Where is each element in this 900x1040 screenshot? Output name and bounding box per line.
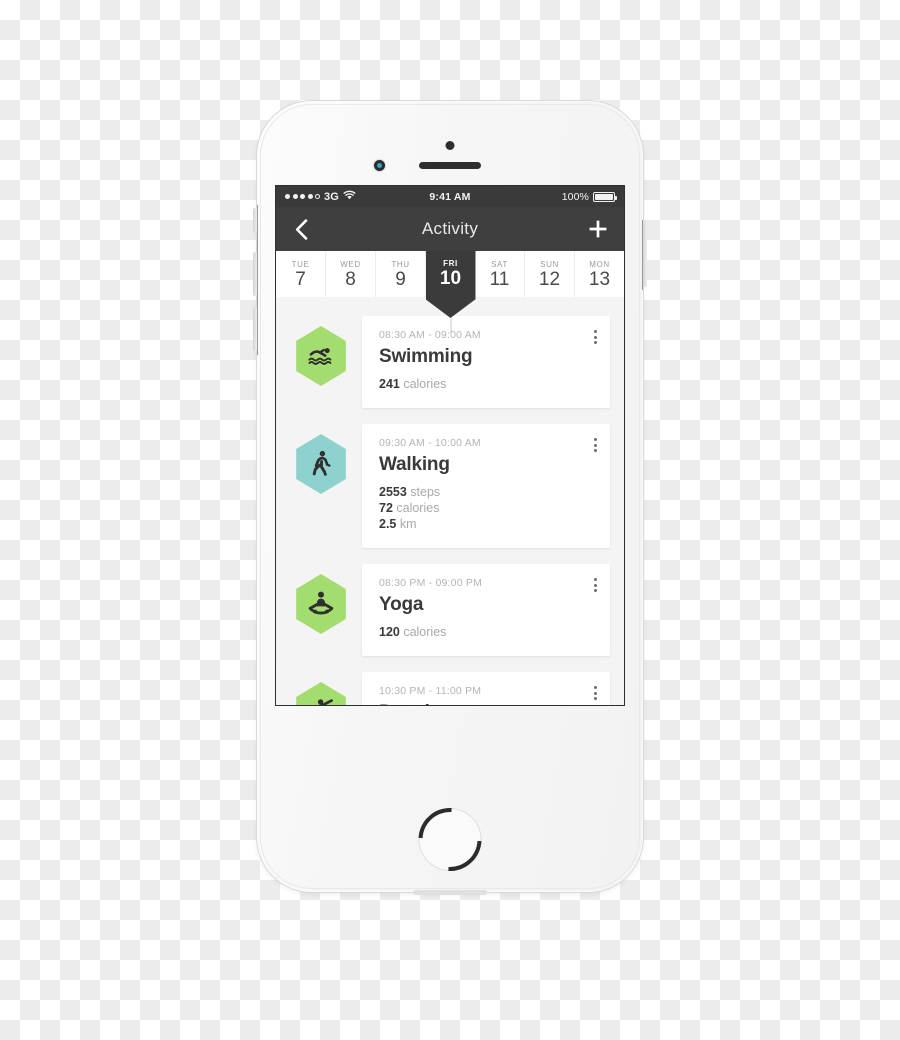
activity-metric: 2.5 km xyxy=(379,516,595,532)
silent-switch[interactable] xyxy=(253,208,257,233)
status-bar: 3G 9:41 AM 100% xyxy=(276,186,624,207)
activity-name: Dancing xyxy=(379,702,595,705)
activity-metric-unit: km xyxy=(396,517,417,531)
add-activity-button[interactable] xyxy=(586,217,610,241)
activity-metric-unit: calories xyxy=(399,377,447,391)
activity-metric: 72 calories xyxy=(379,500,595,516)
walking-icon xyxy=(312,450,331,476)
signal-strength-icon xyxy=(285,194,320,199)
activity-card[interactable]: 10:30 PM - 11:00 PM Dancing xyxy=(362,672,610,705)
date-cell-number: 7 xyxy=(295,268,306,290)
kebab-menu-icon[interactable] xyxy=(592,684,599,702)
activity-card[interactable]: 09:30 AM - 10:00 AM Walking 2553 steps 72 c… xyxy=(362,424,610,548)
activity-card[interactable]: 08:30 PM - 09:00 PM Yoga 120 calories xyxy=(362,564,610,656)
activity-metric-value: 241 xyxy=(379,377,400,391)
page-title: Activity xyxy=(421,219,479,238)
date-cell-number: 9 xyxy=(395,268,406,290)
activity-time-range: 09:30 AM - 10:00 AM xyxy=(379,437,481,449)
date-cell-number: 13 xyxy=(588,268,611,290)
phone-bottom-notch xyxy=(413,890,487,895)
activity-card[interactable]: 08:30 AM - 09:00 AM Swimming 241 calories xyxy=(362,316,610,408)
activity-metric-unit: calories xyxy=(399,625,447,639)
activity-time-range: 08:30 AM - 09:00 AM xyxy=(379,329,481,341)
status-bar-left: 3G xyxy=(285,190,429,203)
date-cell-mon[interactable]: MON 13 xyxy=(575,251,624,297)
iphone-mockup: 3G 9:41 AM 100% Activity TUE 7 WED 8 THU… xyxy=(253,100,647,895)
dancing-icon xyxy=(317,699,333,705)
date-cell-sat[interactable]: SAT 11 xyxy=(475,251,525,297)
activity-metric-value: 120 xyxy=(379,625,400,639)
date-cell-wed[interactable]: WED 8 xyxy=(326,251,376,297)
activity-time-range: 10:30 PM - 11:00 PM xyxy=(379,685,482,697)
swimming-icon xyxy=(308,348,332,365)
date-cell-dow: WED xyxy=(340,259,361,269)
date-cell-dow: SAT xyxy=(491,259,508,269)
activity-name: Walking xyxy=(379,454,450,475)
date-cell-number: 12 xyxy=(538,268,561,290)
volume-up-button[interactable] xyxy=(253,252,257,296)
activity-row: 08:30 PM - 09:00 PM Yoga 120 calories xyxy=(276,564,624,656)
activity-row: 09:30 AM - 10:00 AM Walking 2553 steps 72 c… xyxy=(276,424,624,548)
activity-metric-value: 72 xyxy=(379,501,393,515)
date-cell-tue[interactable]: TUE 7 xyxy=(276,251,326,297)
kebab-menu-icon[interactable] xyxy=(592,576,599,594)
date-strip: TUE 7 WED 8 THU 9 FRI 10 SAT 11 SUN 12 MON 13 xyxy=(276,251,624,336)
status-bar-clock: 9:41 AM xyxy=(429,190,471,203)
back-button[interactable] xyxy=(290,216,312,242)
date-cell-dow: FRI xyxy=(443,259,458,268)
active-date-tail xyxy=(450,318,451,336)
proximity-sensor-icon xyxy=(374,160,385,171)
activity-metric-value: 2553 xyxy=(379,485,407,499)
front-camera-icon xyxy=(445,141,455,150)
battery-icon xyxy=(593,191,617,202)
phone-screen: 3G 9:41 AM 100% Activity TUE 7 WED 8 THU… xyxy=(275,185,625,706)
status-bar-right: 100% xyxy=(471,190,617,203)
wifi-icon xyxy=(343,190,356,203)
battery-percent-label: 100% xyxy=(561,190,589,203)
earpiece-speaker xyxy=(419,162,481,169)
activity-metric-value: 2.5 xyxy=(379,517,397,531)
date-cell-number: 8 xyxy=(345,268,356,290)
volume-down-button[interactable] xyxy=(253,307,257,351)
activity-metric: 120 calories xyxy=(379,624,595,640)
nav-bar: Activity xyxy=(276,207,624,251)
activity-metric-unit: calories xyxy=(392,501,440,515)
activity-icon-badge xyxy=(294,326,348,386)
phone-left-edge-line xyxy=(257,205,258,355)
yoga-icon xyxy=(308,591,334,615)
activity-icon-badge xyxy=(294,434,348,494)
date-cell-thu[interactable]: THU 9 xyxy=(376,251,426,297)
activity-icon-badge xyxy=(294,682,348,705)
kebab-menu-icon[interactable] xyxy=(592,436,599,454)
activity-name: Swimming xyxy=(379,346,473,367)
activity-metric-unit: steps xyxy=(406,485,441,499)
carrier-label: 3G xyxy=(324,190,339,203)
activity-row: 10:30 PM - 11:00 PM Dancing xyxy=(276,672,624,705)
plus-icon xyxy=(589,220,607,238)
date-cell-fri[interactable]: FRI 10 xyxy=(425,251,476,336)
power-button[interactable] xyxy=(643,222,647,287)
date-cell-dow: THU xyxy=(391,259,410,269)
date-cell-dow: SUN xyxy=(540,259,559,269)
date-cell-dow: TUE xyxy=(291,259,310,269)
activity-icon-badge xyxy=(294,574,348,634)
date-cell-sun[interactable]: SUN 12 xyxy=(525,251,575,297)
date-cell-dow: MON xyxy=(589,259,610,269)
kebab-menu-icon[interactable] xyxy=(592,328,599,346)
activity-list[interactable]: 08:30 AM - 09:00 AM Swimming 241 calories 0… xyxy=(276,297,624,705)
activity-metric: 241 calories xyxy=(379,376,595,392)
date-cell-number: 10 xyxy=(439,268,462,289)
date-cell-number: 11 xyxy=(489,268,510,290)
activity-name: Yoga xyxy=(379,594,424,615)
activity-metric: 2553 steps xyxy=(379,484,595,500)
activity-time-range: 08:30 PM - 09:00 PM xyxy=(379,577,483,589)
